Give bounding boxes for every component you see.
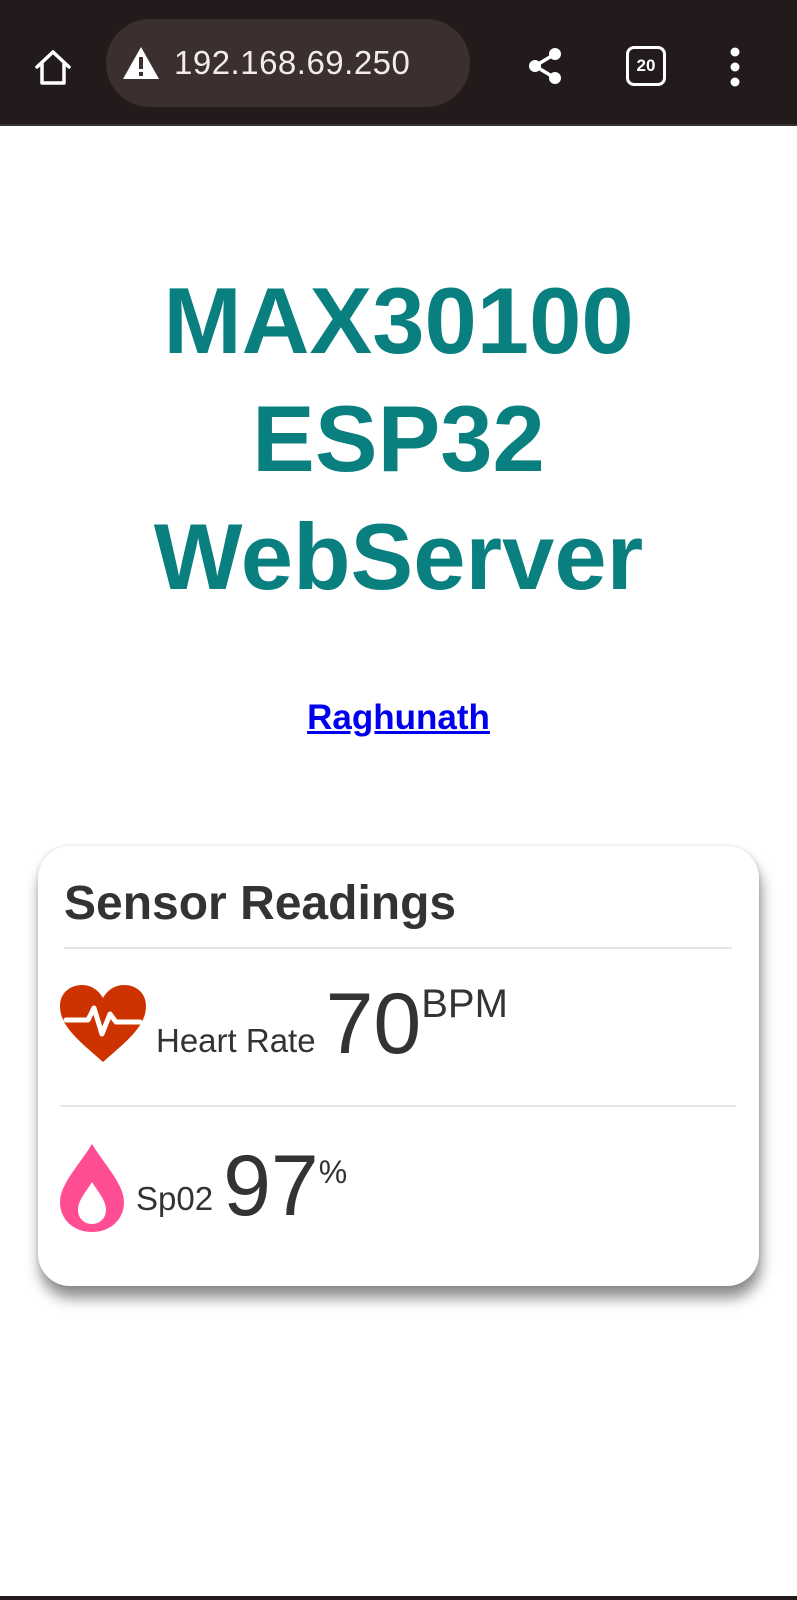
url-text[interactable]: 192.168.69.250 [174,44,410,82]
warning-icon[interactable] [120,42,162,84]
title-line-1: MAX30100 [163,268,634,373]
heart-pulse-icon [60,985,146,1062]
heart-rate-unit: BPM [421,982,508,1026]
spo2-reading: Sp02 97 % [58,1136,347,1236]
share-icon[interactable] [523,44,567,88]
heart-rate-reading: Heart Rate 70 BPM [58,974,508,1074]
card-divider [64,947,732,949]
spo2-value: 97 [223,1138,319,1234]
browser-toolbar: 192.168.69.250 20 [0,0,797,126]
heart-rate-label: Heart Rate [156,1022,316,1059]
tab-switcher-icon[interactable]: 20 [626,46,666,86]
title-line-2: ESP32 [252,386,545,491]
sensor-readings-card: Sensor Readings Heart Rate 70 BPM Sp02 9… [38,846,759,1286]
author-link[interactable]: Raghunath [307,698,490,737]
spo2-unit: % [318,1154,348,1190]
drop-icon [60,1144,124,1232]
home-icon[interactable] [28,42,78,92]
spo2-label: Sp02 [136,1180,214,1217]
author-link-container: Raghunath [0,698,797,738]
tab-count: 20 [636,56,656,75]
title-line-3: WebServer [153,504,644,609]
bottom-edge [0,1596,797,1600]
page-title: MAX30100 ESP32 WebServer [0,262,797,616]
heart-rate-value: 70 [325,976,422,1072]
card-title: Sensor Readings [64,877,457,930]
more-vert-icon[interactable] [716,44,754,90]
card-divider [60,1105,736,1107]
address-bar[interactable]: 192.168.69.250 [106,19,470,107]
